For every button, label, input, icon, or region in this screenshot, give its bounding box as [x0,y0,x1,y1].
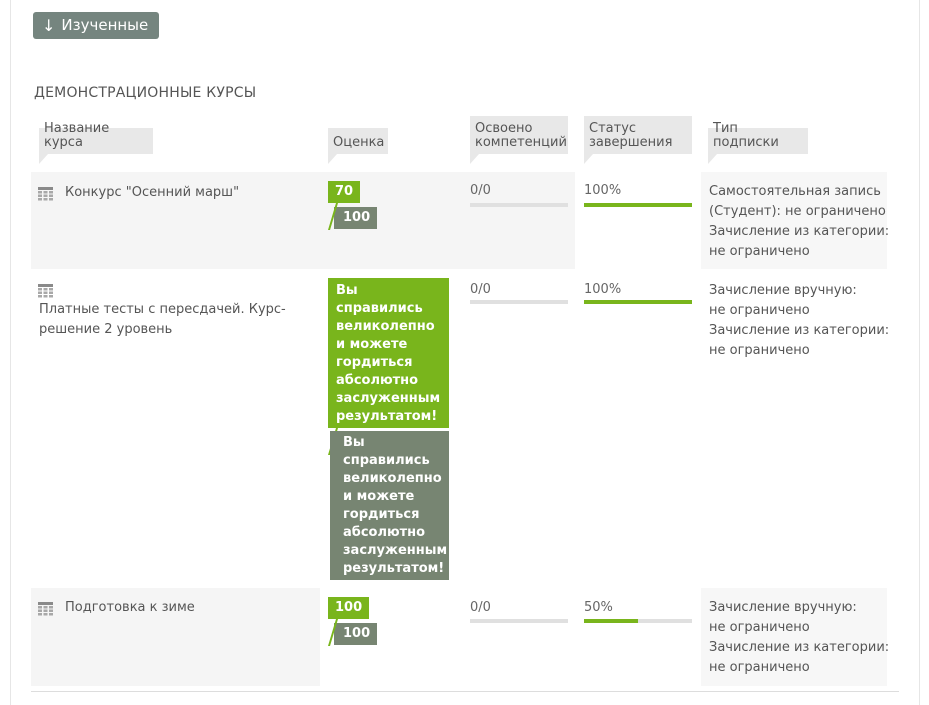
header-subscription[interactable]: Тип подписки [708,122,808,164]
course-name-line: решение 2 уровень [39,322,173,337]
completion-bar [584,619,692,623]
header-status[interactable]: Статус завершения [584,116,692,164]
completion-value: 100% [584,282,622,297]
completion-bar [584,203,692,207]
subscription-line: Зачисление вручную: [709,600,857,615]
subscription-line: не ограничено [709,244,810,259]
max-grade-line: справились [343,453,430,468]
grade-line: справились [336,301,423,316]
header-competencies-line1: Освоено [475,121,533,136]
calendar-grid-icon [38,602,53,616]
grade-badge: 70 [328,181,361,203]
competencies-bar [470,300,568,304]
header-competencies[interactable]: Освоено компетенций [470,116,568,164]
grade-line: результатом! [336,409,438,424]
max-grade-line: результатом! [343,561,445,576]
subscription-line: (Студент): не ограничено [709,204,886,219]
grade-line: великолепно [336,319,435,334]
completion-value: 50% [584,600,613,615]
subscription-line: Самостоятельная запись [709,184,881,199]
grade-badge: 100 [328,597,370,619]
max-grade-line: заслуженным [343,543,448,558]
grade-slash-icon [328,619,338,646]
subscription-line: Зачисление из категории: [709,640,890,655]
studied-toggle-button[interactable]: ↓ Изученные [33,12,160,39]
max-grade-line: великолепно [343,471,442,486]
subscription-info: Зачисление вручную: не ограничено Зачисл… [709,598,889,678]
grade-line: абсолютно [336,373,419,388]
max-grade-badge: Вы справились великолепно и можете горди… [330,431,449,580]
completion-bar-fill [584,300,692,304]
calendar-grid-icon [38,187,53,201]
max-grade-line: абсолютно [343,525,426,540]
competencies-value: 0/0 [470,183,491,198]
completion-value: 100% [584,183,622,198]
header-grade-label: Оценка [333,135,385,150]
course-link[interactable]: Конкурс "Осенний марш" [65,183,239,203]
header-subscription-label: Тип подписки [713,121,779,150]
max-grade-line: гордиться [343,507,420,522]
grade-line: заслуженным [336,391,441,406]
grade-badge: Вы справились великолепно и можете горди… [328,278,449,428]
subscription-line: Зачисление из категории: [709,224,890,239]
table-bottom-divider [31,691,899,692]
subscription-info: Зачисление вручную: не ограничено Зачисл… [709,281,889,361]
subscription-line: Зачисление вручную: [709,283,857,298]
header-status-line1: Статус [589,121,637,136]
subscription-line: не ограничено [709,343,810,358]
course-link[interactable]: Платные тесты с пересдачей. Курс- решени… [39,300,286,340]
max-grade-badge: 100 [334,207,378,229]
header-status-line2: завершения [589,135,673,150]
subscription-line: не ограничено [709,660,810,675]
competencies-bar [470,203,568,207]
header-grade[interactable]: Оценка [328,128,388,164]
max-grade-badge: 100 [334,623,378,645]
header-course-label: Название курса [44,121,110,150]
section-title: ДЕМОНСТРАЦИОННЫЕ КУРСЫ [34,85,257,101]
course-name-line: Платные тесты с пересдачей. Курс- [39,302,286,317]
competencies-bar [470,619,568,623]
grade-line: и можете [336,337,408,352]
header-course[interactable]: Название курса [39,122,153,164]
subscription-line: Зачисление из категории: [709,323,890,338]
max-grade-value: 100 [343,210,371,225]
competencies-value: 0/0 [470,282,491,297]
header-competencies-line2: компетенций [475,135,567,150]
arrow-down-icon: ↓ [42,16,56,35]
grade-slash-icon [328,203,338,230]
max-grade-line: и можете [343,489,415,504]
calendar-grid-icon [38,284,53,298]
grade-line: Вы [336,283,358,298]
course-link[interactable]: Подготовка к зиме [65,598,195,618]
competencies-value: 0/0 [470,600,491,615]
completion-bar [584,300,692,304]
subscription-info: Самостоятельная запись (Студент): не огр… [709,182,889,262]
completion-bar-fill [584,203,692,207]
studied-toggle-label: Изученные [61,16,149,34]
completion-bar-fill [584,619,638,623]
max-grade-value: 100 [343,626,371,641]
max-grade-line: Вы [343,435,365,450]
grade-line: гордиться [336,355,413,370]
subscription-line: не ограничено [709,620,810,635]
subscription-line: не ограничено [709,303,810,318]
